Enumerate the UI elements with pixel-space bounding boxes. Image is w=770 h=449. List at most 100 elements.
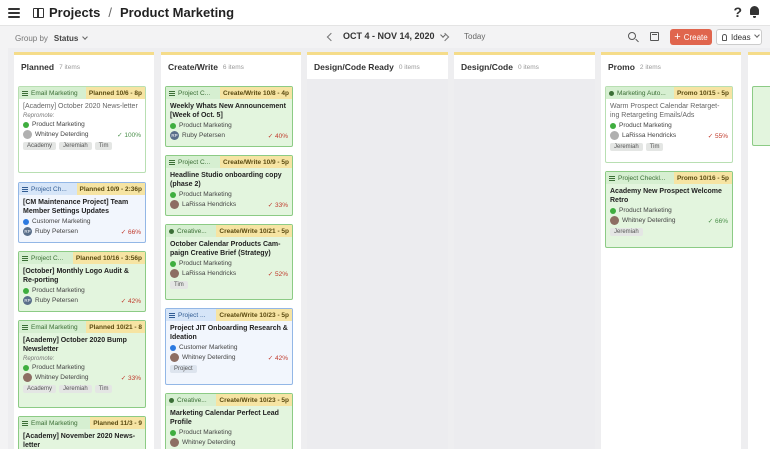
avatar: RP	[23, 296, 32, 305]
card[interactable]: Email Marketing Planned 10/6 - 8p [Academ…	[18, 86, 146, 173]
create-button[interactable]: + Create	[670, 29, 712, 45]
card-repromote: Repromote:	[23, 113, 55, 119]
card[interactable]: Email Marketing Planned 11/3 - 9 [Academy…	[18, 416, 146, 449]
card-owner: Ruby Petersen	[35, 297, 78, 304]
card[interactable]	[752, 86, 770, 146]
card[interactable]: Project ... Create/Write 10/23 - 5p Proje…	[165, 308, 293, 385]
card[interactable]: Creative... Create/Write 10/21 - 5p Octob…	[165, 224, 293, 300]
card-team: Product Marketing	[179, 191, 232, 198]
avatar	[23, 373, 32, 382]
card-repromote: Repromote:	[23, 356, 55, 362]
card-progress: 33%	[121, 374, 141, 382]
card-owner: Whitney Deterding	[182, 354, 236, 361]
menu-icon[interactable]	[8, 8, 20, 18]
card-progress: 66%	[121, 228, 141, 236]
card-tag: Email Marketing	[19, 87, 86, 99]
card-tag: Project ...	[166, 309, 217, 321]
card[interactable]: Marketing Auto... Promo 10/15 - 5p Warm P…	[605, 86, 733, 163]
team-dot-icon	[610, 122, 616, 129]
card-status: Create/Write 10/9 - 5p	[220, 156, 292, 168]
card-progress: 100%	[117, 131, 141, 139]
avatar	[170, 200, 179, 209]
card-status: Promo 10/15 - 5p	[673, 87, 732, 99]
chip: Tim	[170, 281, 188, 289]
column-count: 7 items	[59, 63, 81, 71]
card-title: Academy New Prospect Welcome Retro	[610, 188, 722, 204]
card-title: [Academy] November 2020 News-letter	[23, 433, 136, 449]
card-title: Warm Prospect Calendar Retarget-ing Reta…	[610, 103, 720, 119]
group-by-label: Group by	[15, 33, 48, 43]
column-title: Planned	[21, 62, 55, 72]
checklist-icon	[609, 175, 615, 181]
card-title: Marketing Calendar Perfect Lead Profile	[170, 410, 279, 426]
chip: Jeremiah	[610, 143, 643, 151]
card-progress: 42%	[268, 354, 288, 362]
date-range-select[interactable]: OCT 4 - NOV 14, 2020	[343, 31, 446, 41]
gear-icon	[609, 90, 614, 96]
card-progress: 40%	[268, 132, 288, 140]
card-tag: Project C...	[166, 87, 220, 99]
card-title: [Academy] October 2020 News-letter	[23, 103, 138, 110]
kanban-board: Planned 7 items Email Marketing Planned 10…	[8, 48, 770, 449]
card-owner: LaRissa Hendricks	[182, 270, 237, 277]
avatar	[170, 353, 179, 362]
breadcrumb-projects[interactable]: Projects	[49, 5, 100, 20]
email-icon	[22, 90, 28, 96]
card-status: Planned 10/6 - 8p	[85, 87, 145, 99]
team-dot-icon	[170, 260, 176, 267]
card-team: Product Marketing	[32, 121, 85, 128]
card[interactable]: Creative... Create/Write 10/23 - 5p Marke…	[165, 393, 293, 449]
card-progress: 52%	[268, 270, 288, 278]
card-status: Promo 10/16 - 5p	[673, 172, 732, 184]
card-progress: 55%	[708, 132, 728, 140]
email-icon	[22, 420, 28, 426]
card[interactable]: Email Marketing Planned 10/21 - 8 [Academ…	[18, 320, 146, 408]
team-dot-icon	[170, 122, 176, 129]
card-tag: Project C...	[19, 252, 73, 264]
lightbulb-icon	[722, 33, 727, 41]
group-by-select[interactable]: Status	[54, 33, 89, 43]
card[interactable]: Project C... Create/Write 10/9 - 5p Headl…	[165, 155, 293, 216]
card[interactable]: Project Ch... Planned 10/9 - 2:36p [CM Ma…	[18, 182, 146, 243]
column-title: Promo	[608, 62, 635, 72]
team-dot-icon	[23, 121, 29, 128]
search-icon[interactable]	[628, 32, 636, 40]
empty-column-area	[454, 79, 595, 449]
top-bar: Projects / Product Marketing ?	[0, 0, 770, 26]
card-owner: Ruby Petersen	[35, 228, 78, 235]
card-tag: Project C...	[166, 156, 220, 168]
chevron-down-icon	[753, 32, 760, 38]
column-partial	[748, 52, 770, 449]
card-progress: 42%	[121, 297, 141, 305]
card-team: Product Marketing	[179, 260, 232, 267]
card-team: Product Marketing	[32, 287, 85, 294]
avatar	[610, 216, 619, 225]
card-status: Planned 10/16 - 3:56p	[72, 252, 145, 264]
card[interactable]: Project C... Create/Write 10/8 - 4p Weekl…	[165, 86, 293, 147]
card-tag: Creative...	[166, 225, 217, 237]
card[interactable]: Project Checkl... Promo 10/16 - 5p Academ…	[605, 171, 733, 248]
calendar-icon[interactable]	[650, 32, 659, 41]
card-status: Create/Write 10/23 - 5p	[216, 309, 292, 321]
email-icon	[22, 324, 28, 330]
today-button[interactable]: Today	[464, 32, 485, 41]
creative-icon	[169, 397, 174, 403]
chevron-down-icon	[82, 33, 89, 40]
card-team: Customer Marketing	[32, 218, 91, 225]
empty-column-area	[307, 79, 448, 449]
chip: Project	[170, 365, 197, 373]
card-status: Create/Write 10/21 - 5p	[216, 225, 292, 237]
card-tag: Email Marketing	[19, 321, 87, 333]
ideas-button[interactable]: Ideas	[716, 29, 762, 45]
column-count: 0 items	[398, 63, 420, 71]
card-owner: LaRissa Hendricks	[622, 132, 677, 139]
prev-range-icon[interactable]	[326, 32, 336, 42]
column-design-code: Design/Code 0 items	[454, 52, 595, 449]
column-count: 2 items	[639, 63, 661, 71]
bell-icon[interactable]	[749, 5, 760, 18]
card[interactable]: Project C... Planned 10/16 - 3:56p [Octob…	[18, 251, 146, 312]
column-planned: Planned 7 items Email Marketing Planned 10…	[14, 52, 154, 449]
help-icon[interactable]: ?	[733, 4, 742, 20]
card-tag: Email Marketing	[19, 417, 91, 429]
checklist-icon	[169, 312, 175, 318]
